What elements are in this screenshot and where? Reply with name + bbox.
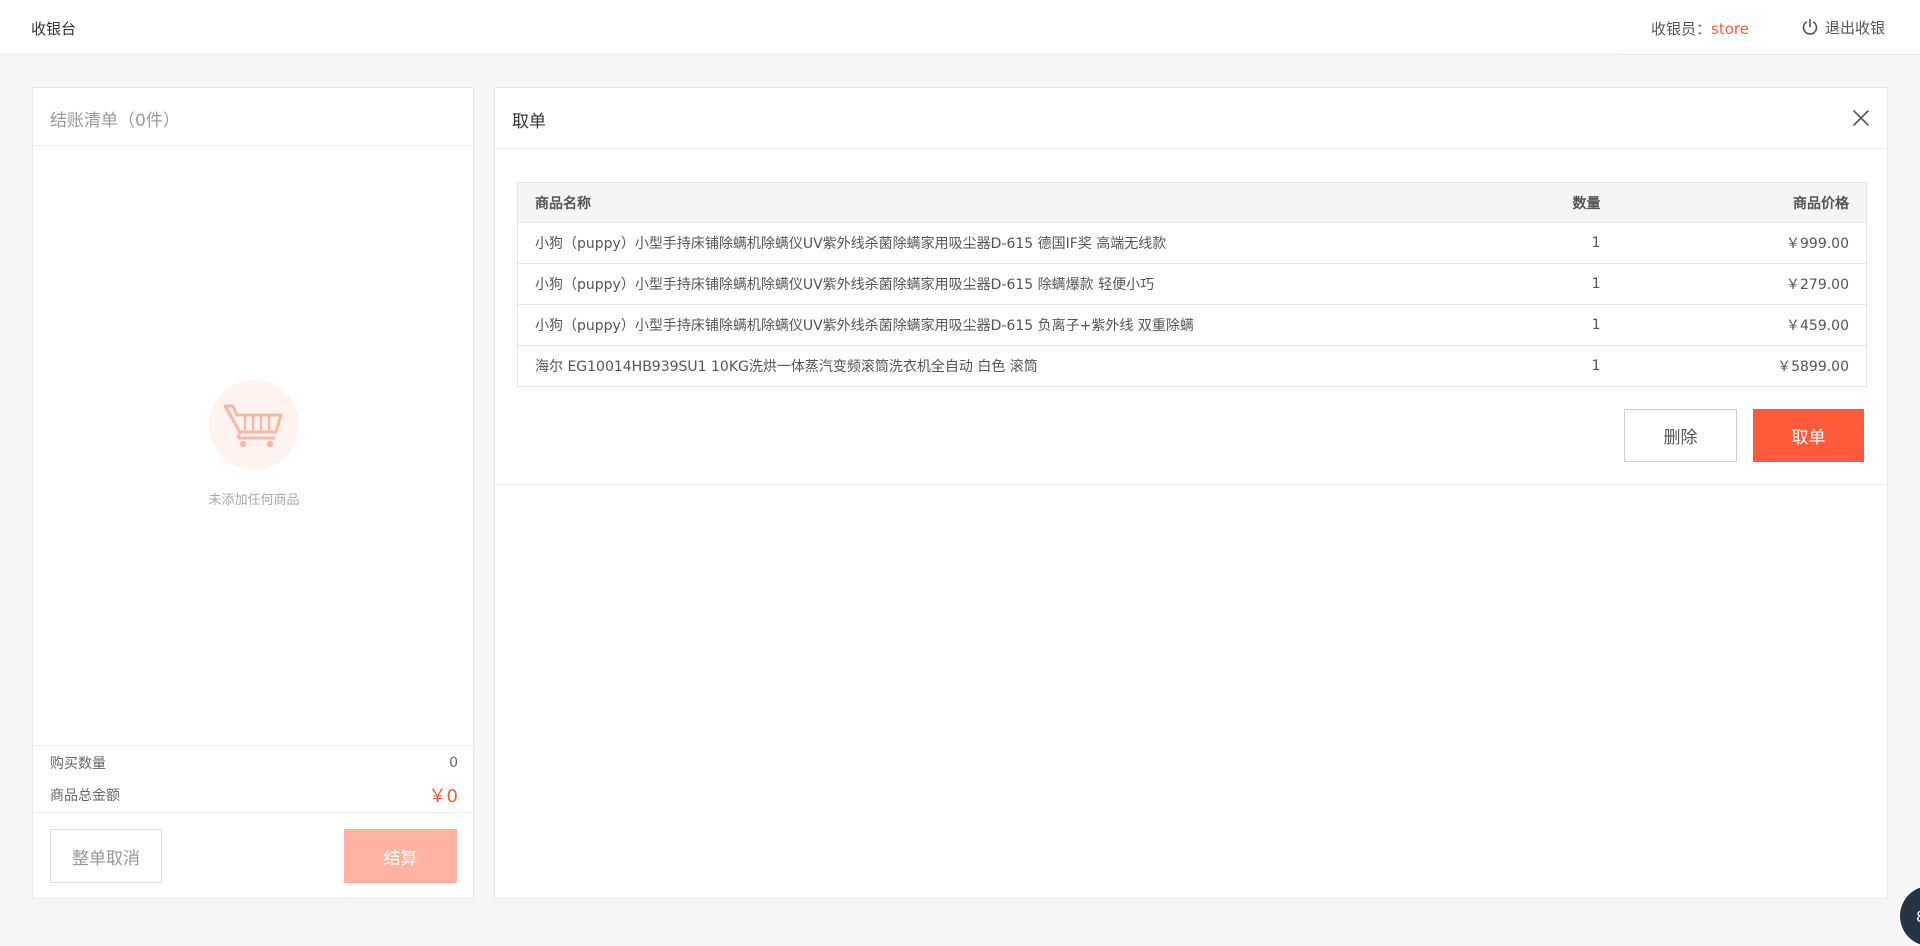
table-row[interactable]: 海尔 EG10014HB939SU1 10KG洗烘一体蒸汽变频滚筒洗衣机全自动 … bbox=[517, 345, 1867, 387]
power-icon bbox=[1802, 18, 1818, 35]
total-amount-row: 商品总金额 ￥0 bbox=[50, 782, 458, 808]
item-price: ￥5899.00 bbox=[1617, 345, 1867, 387]
summary-divider bbox=[33, 745, 475, 746]
column-header-price: 商品价格 bbox=[1617, 182, 1867, 223]
checkout-button[interactable]: 结算 bbox=[344, 829, 457, 883]
close-icon[interactable] bbox=[1851, 108, 1871, 128]
take-order-dialog: 取单 商品名称 数量 商品价格 小狗（puppy）小型手持床铺除螨机除螨仪UV紫… bbox=[494, 87, 1888, 899]
cancel-all-button[interactable]: 整单取消 bbox=[50, 829, 162, 883]
table-row[interactable]: 小狗（puppy）小型手持床铺除螨机除螨仪UV紫外线杀菌除螨家用吸尘器D-615… bbox=[517, 263, 1867, 305]
take-order-button[interactable]: 取单 bbox=[1753, 409, 1864, 462]
item-quantity: 1 bbox=[1527, 222, 1618, 264]
empty-cart-text: 未添加任何商品 bbox=[208, 493, 300, 508]
delete-button[interactable]: 删除 bbox=[1624, 409, 1737, 462]
floating-bubble-text: 8 bbox=[1916, 908, 1920, 926]
table-header-row: 商品名称 数量 商品价格 bbox=[517, 182, 1867, 223]
dialog-header: 取单 bbox=[495, 88, 1887, 149]
dialog-divider bbox=[495, 484, 1887, 485]
item-name: 海尔 EG10014HB939SU1 10KG洗烘一体蒸汽变频滚筒洗衣机全自动 … bbox=[517, 345, 1528, 387]
cashier-info: 收银员：store bbox=[1651, 18, 1749, 39]
item-quantity: 1 bbox=[1527, 304, 1618, 346]
total-amount-label: 商品总金额 bbox=[50, 788, 120, 804]
item-quantity: 1 bbox=[1527, 345, 1618, 387]
table-row[interactable]: 小狗（puppy）小型手持床铺除螨机除螨仪UV紫外线杀菌除螨家用吸尘器D-615… bbox=[517, 304, 1867, 346]
column-header-quantity: 数量 bbox=[1527, 182, 1618, 223]
table-row[interactable]: 小狗（puppy）小型手持床铺除螨机除螨仪UV紫外线杀菌除螨家用吸尘器D-615… bbox=[517, 222, 1867, 264]
cashier-label: 收银员： bbox=[1651, 20, 1712, 38]
top-bar: 收银台 收银员：store 退出收银 bbox=[0, 0, 1920, 55]
item-quantity: 1 bbox=[1527, 263, 1618, 305]
logout-label: 退出收银 bbox=[1825, 18, 1886, 37]
item-name: 小狗（puppy）小型手持床铺除螨机除螨仪UV紫外线杀菌除螨家用吸尘器D-615… bbox=[517, 263, 1528, 305]
purchase-quantity-label: 购买数量 bbox=[50, 756, 106, 772]
column-header-name: 商品名称 bbox=[517, 182, 1528, 223]
item-price: ￥279.00 bbox=[1617, 263, 1867, 305]
logout-button[interactable]: 退出收银 bbox=[1801, 16, 1885, 38]
total-amount-value: ￥0 bbox=[428, 786, 458, 807]
item-price: ￥459.00 bbox=[1617, 304, 1867, 346]
topbar-divider bbox=[1621, 54, 1920, 55]
checkout-panel: 结账清单（0件） 未添加任何商品 购买数量 0 商品总金额 ￥0 整单取消 结算 bbox=[32, 87, 475, 899]
dialog-title: 取单 bbox=[512, 112, 546, 132]
item-price: ￥999.00 bbox=[1617, 222, 1867, 264]
purchase-quantity-value: 0 bbox=[449, 755, 458, 771]
shopping-cart-icon bbox=[223, 404, 283, 448]
app-title: 收银台 bbox=[31, 20, 77, 38]
item-name: 小狗（puppy）小型手持床铺除螨机除螨仪UV紫外线杀菌除螨家用吸尘器D-615… bbox=[517, 304, 1528, 346]
purchase-quantity-row: 购买数量 0 bbox=[50, 753, 458, 773]
cashier-name: store bbox=[1711, 20, 1749, 38]
floating-help-bubble[interactable]: 8 bbox=[1900, 886, 1920, 946]
actions-divider bbox=[33, 812, 475, 813]
checkout-panel-title: 结账清单（0件） bbox=[33, 88, 473, 146]
order-items-table: 商品名称 数量 商品价格 小狗（puppy）小型手持床铺除螨机除螨仪UV紫外线杀… bbox=[517, 182, 1867, 387]
item-name: 小狗（puppy）小型手持床铺除螨机除螨仪UV紫外线杀菌除螨家用吸尘器D-615… bbox=[517, 222, 1528, 264]
empty-cart-badge bbox=[209, 380, 299, 470]
